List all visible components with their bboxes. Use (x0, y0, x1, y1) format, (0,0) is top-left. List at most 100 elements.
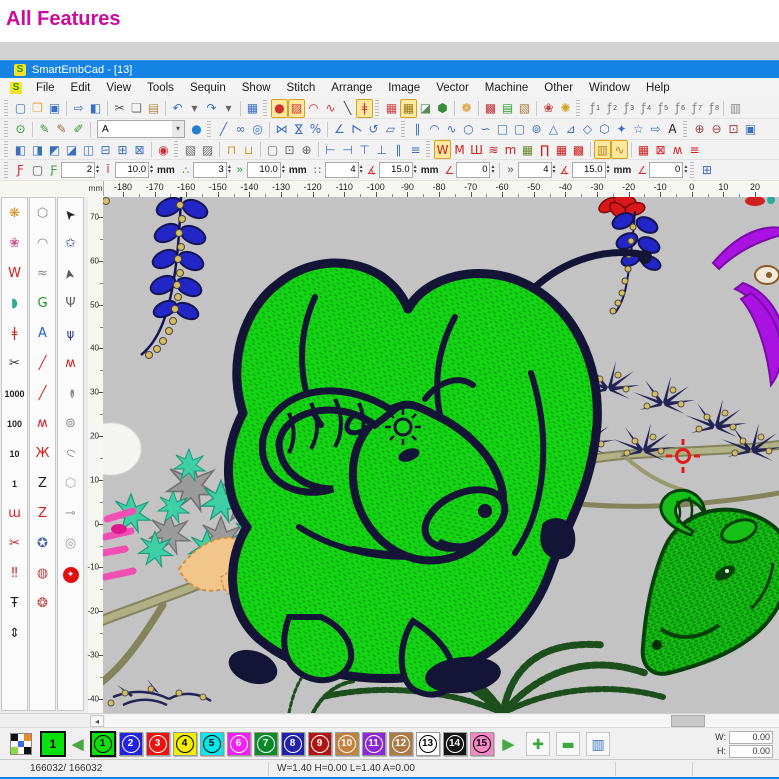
satin-patch-button[interactable]: ● (271, 99, 288, 118)
flower-spray-tool-button[interactable]: ❀ (2, 228, 27, 258)
design-canvas[interactable] (103, 197, 779, 713)
align-bottom-button[interactable]: ⊥ (373, 140, 390, 159)
distribute-h-button[interactable]: ∥ (390, 140, 407, 159)
cross-stitch-type-button[interactable]: ▦ (635, 140, 652, 159)
sew-order-6-button[interactable]: ƒ6 (669, 99, 686, 118)
undo-button[interactable]: ↶ (169, 99, 186, 118)
thread-pill-button[interactable]: ▬ (556, 732, 580, 756)
run-count-stepper[interactable]: ▴▾ (228, 165, 231, 175)
sew-order-7-button[interactable]: ƒ7 (686, 99, 703, 118)
dense-fill-type-button[interactable]: ▦ (519, 140, 536, 159)
density-a-stepper[interactable]: ▴▾ (414, 165, 417, 175)
hatch-shape-button[interactable]: ∥ (409, 120, 426, 139)
select-marquee-button[interactable]: ▢ (264, 140, 281, 159)
density-b-value[interactable]: 15.0 (572, 162, 606, 178)
rotate-object-button[interactable]: ↺ (365, 120, 382, 139)
select-arrow-tool-button[interactable]: ➤ (58, 198, 83, 228)
insert-shapes-button[interactable]: ⬢ (434, 99, 451, 118)
angle-b-stepper[interactable]: ▴▾ (684, 165, 687, 175)
wisteria-strand-left[interactable] (141, 197, 210, 359)
e-stitch-type-button[interactable]: M (451, 140, 468, 159)
hexagon-tool-tool-button[interactable]: ⬡ (58, 468, 83, 498)
run-spacing-stepper[interactable]: ▴▾ (282, 165, 285, 175)
free-transform-button[interactable]: ▱ (382, 120, 399, 139)
width-value[interactable]: 0.00 (729, 731, 773, 744)
menu-image[interactable]: Image (380, 82, 428, 94)
e-stitch-tool-button[interactable]: Ж (30, 438, 55, 468)
layer-count-value[interactable]: 2 (61, 162, 95, 178)
palette-color-15[interactable]: 15 (470, 732, 494, 756)
menu-other[interactable]: Other (536, 82, 581, 94)
zigzag-stitch-tool-button[interactable]: ʍ (30, 408, 55, 438)
jump-1-tool-button[interactable]: 1 (2, 468, 27, 498)
copy-button[interactable]: ❏ (128, 99, 145, 118)
exclude-objects-button[interactable]: ◪ (63, 140, 80, 159)
shape-crop-button[interactable]: ▧ (182, 140, 199, 159)
run-stitch-tool-button[interactable]: ╱ (30, 348, 55, 378)
ring-shape-button[interactable]: ◎ (249, 120, 266, 139)
shape-frame-button[interactable]: ▢ (29, 161, 46, 180)
lasso-select-tool-button[interactable]: ✩ (58, 228, 83, 258)
segment-count-stepper[interactable]: ▴▾ (553, 165, 556, 175)
menu-view[interactable]: View (98, 82, 139, 94)
spin-down-icon[interactable]: ▾ (553, 170, 556, 175)
zoom-out-button[interactable]: ⊖ (708, 120, 725, 139)
text-tool-button[interactable]: A (664, 120, 681, 139)
density-b-stepper[interactable]: ▴▾ (607, 165, 610, 175)
next-color-button[interactable]: ▶ (501, 735, 517, 753)
scroll-left-button[interactable]: ◂ (90, 715, 104, 727)
intersect-objects-button[interactable]: ◩ (46, 140, 63, 159)
mirror-horizontal-button[interactable]: ⋈ (273, 120, 290, 139)
jump-1000-tool-button[interactable]: 1000 (2, 378, 27, 408)
palette-color-7[interactable]: 7 (254, 732, 278, 756)
lock-object-button[interactable]: ⊓ (223, 140, 240, 159)
zigzag2-type-button[interactable]: ʍ (669, 140, 686, 159)
flower-stitch-button[interactable]: ❀ (540, 99, 557, 118)
bezier-pen-button[interactable]: ✐ (70, 120, 87, 139)
stitch-length-value[interactable]: 10.0 (115, 162, 149, 178)
zoom-fit-screen-button[interactable]: ▣ (742, 120, 759, 139)
menu-machine[interactable]: Machine (477, 82, 536, 94)
palette-color-10[interactable]: 10 (335, 732, 359, 756)
undo-dropdown-button[interactable]: ▾ (186, 99, 203, 118)
center-object-button[interactable]: ⊕ (298, 140, 315, 159)
right-triangle-shape-button[interactable]: ⊿ (562, 120, 579, 139)
zigzag-sew-tool-button[interactable]: W (2, 258, 27, 288)
sew-order-8-button[interactable]: ƒ8 (703, 99, 720, 118)
cut-button[interactable]: ✂ (111, 99, 128, 118)
menu-tools[interactable]: Tools (139, 82, 182, 94)
height-value[interactable]: 0.00 (729, 745, 773, 758)
stitch-effect-button[interactable]: Ƒ (12, 161, 29, 180)
palette-color-8[interactable]: 8 (281, 732, 305, 756)
palette-color-12[interactable]: 12 (389, 732, 413, 756)
pattern-fill-type-button[interactable]: ▥ (594, 140, 611, 159)
layer-count-stepper[interactable]: ▴▾ (96, 165, 99, 175)
angle-a-value[interactable]: 0 (456, 162, 490, 178)
rounded-rect-shape-button[interactable]: ▢ (511, 120, 528, 139)
linked-rings-button[interactable]: ∞ (232, 120, 249, 139)
point-count-value[interactable]: 4 (325, 162, 359, 178)
import-design-button[interactable]: ⇨ (70, 99, 87, 118)
spin-down-icon[interactable]: ▾ (491, 170, 494, 175)
unlock-object-button[interactable]: ⊔ (240, 140, 257, 159)
run-count-value[interactable]: 3 (193, 162, 227, 178)
horizontal-ruler[interactable]: -180-170-160-150-140-130-120-110-100-90-… (103, 181, 779, 197)
rectangle-shape-button[interactable]: □ (494, 120, 511, 139)
spin-down-icon[interactable]: ▾ (607, 170, 610, 175)
menu-stitch[interactable]: Stitch (279, 82, 324, 94)
sew-order-1-button[interactable]: ƒ1 (584, 99, 601, 118)
pan-hand-tool-button[interactable]: Ψ (58, 288, 83, 318)
triple-manual-tool-button[interactable]: Z (30, 498, 55, 528)
menu-help[interactable]: Help (638, 82, 678, 94)
scroll-track[interactable] (105, 715, 779, 727)
wheel-ring-tool-button[interactable]: ❂ (30, 588, 55, 618)
purple-leaves[interactable] (713, 197, 779, 385)
new-file-button[interactable]: ▢ (12, 99, 29, 118)
s-curve-shape-button[interactable]: ∽ (477, 120, 494, 139)
front-minus-back-button[interactable]: ◫ (80, 140, 97, 159)
menu-arrange[interactable]: Arrange (323, 82, 380, 94)
stitch-length-stepper[interactable]: ▴▾ (150, 165, 153, 175)
brilliance-button[interactable]: ✺ (557, 99, 574, 118)
combine-objects-button[interactable]: ⊞ (114, 140, 131, 159)
scroll-thumb[interactable] (671, 715, 705, 727)
